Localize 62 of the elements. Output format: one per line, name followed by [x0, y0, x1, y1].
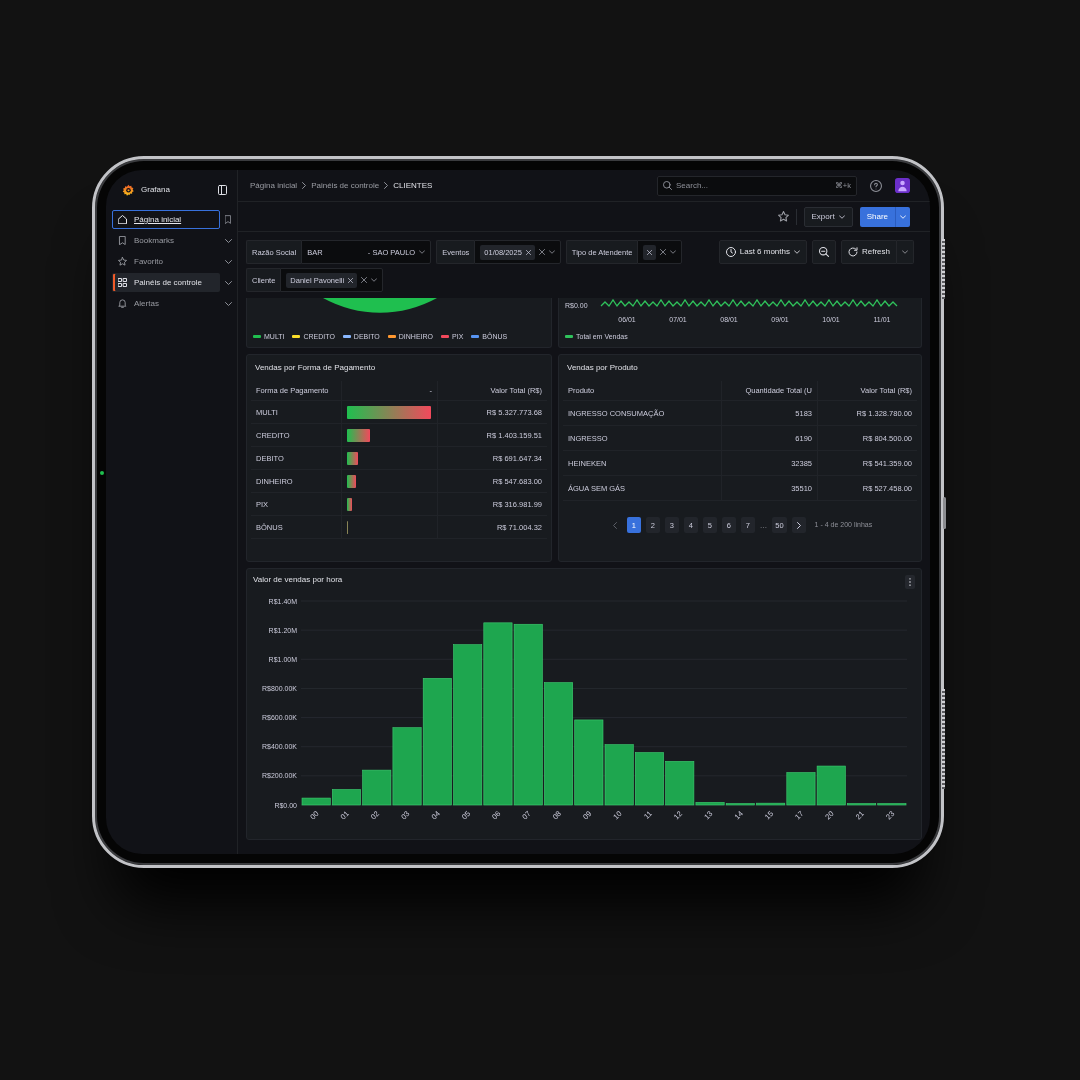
- sidebar-item[interactable]: Painéis de controle: [112, 273, 220, 292]
- panel-title: Vendas por Forma de Pagamento: [254, 362, 377, 374]
- chevron-down-icon: [548, 250, 555, 254]
- share-button[interactable]: Share: [859, 206, 895, 227]
- sidebar-item[interactable]: Alertas: [112, 294, 220, 313]
- next-page-button[interactable]: [791, 517, 806, 533]
- chevron-down-icon[interactable]: [224, 301, 232, 306]
- chevron-down-icon: [900, 214, 906, 219]
- chevron-down-icon: [838, 214, 845, 219]
- star-icon: [118, 257, 127, 266]
- search-icon: [663, 181, 672, 190]
- close-icon[interactable]: [525, 249, 531, 255]
- close-icon[interactable]: [647, 249, 653, 255]
- chevron-down-icon: [902, 250, 908, 254]
- help-icon[interactable]: [870, 179, 882, 192]
- chevron-right-icon: [384, 182, 389, 189]
- menu-icon[interactable]: [905, 575, 915, 589]
- chevron-left-icon: [612, 521, 617, 529]
- home-icon: [118, 215, 127, 224]
- clock-icon: [725, 247, 736, 257]
- close-icon[interactable]: [348, 277, 354, 283]
- sidebar-item[interactable]: Bookmarks: [112, 231, 220, 250]
- refresh-icon: [848, 247, 858, 257]
- camera-dot-icon: [100, 471, 104, 475]
- bar: [604, 744, 634, 806]
- chevron-down-icon: [670, 250, 677, 254]
- sidebar-item[interactable]: Página inicial: [112, 210, 220, 229]
- logo-icon: [122, 183, 135, 197]
- avatar-icon[interactable]: [895, 178, 910, 193]
- grid-icon: [118, 278, 127, 287]
- chevron-right-icon: [302, 182, 307, 189]
- variable-select[interactable]: [637, 240, 683, 264]
- panel-title: Valor de vendas por hora: [253, 575, 343, 585]
- brand-name: Grafana: [141, 185, 170, 195]
- export-button[interactable]: Export: [803, 206, 853, 227]
- breadcrumb-link[interactable]: Painéis de controle: [311, 180, 380, 191]
- chevron-down-icon: [371, 278, 378, 282]
- chevron-right-icon: [796, 521, 801, 529]
- breadcrumb-link[interactable]: Página inicial: [250, 180, 298, 191]
- star-icon[interactable]: [777, 211, 789, 222]
- bookmark-icon: [118, 236, 127, 245]
- clear-icon[interactable]: [660, 249, 667, 255]
- clear-icon[interactable]: [538, 249, 545, 255]
- zoom-out-icon: [819, 247, 829, 257]
- sidebar-icon[interactable]: [218, 185, 227, 195]
- bookmark-icon[interactable]: [225, 215, 231, 224]
- chevron-down-icon: [794, 250, 800, 254]
- refresh-button[interactable]: Refresh: [841, 240, 897, 264]
- chevron-down-icon[interactable]: [224, 238, 232, 243]
- speaker-grille: [942, 239, 945, 299]
- time-range-picker[interactable]: Last 6 months: [718, 240, 807, 264]
- bell-icon: [118, 299, 127, 308]
- zoom-out-button[interactable]: [812, 240, 836, 264]
- chevron-down-icon: [419, 250, 426, 254]
- sidebar-item[interactable]: Favorito: [112, 252, 220, 271]
- chevron-down-icon[interactable]: [224, 280, 232, 285]
- bar: [635, 752, 664, 806]
- clear-icon[interactable]: [361, 277, 368, 283]
- share-menu-button[interactable]: [895, 206, 910, 227]
- chevron-down-icon[interactable]: [224, 259, 232, 264]
- panel-title: Vendas por Produto: [566, 362, 639, 374]
- breadcrumb-link[interactable]: CLIENTES: [393, 180, 433, 191]
